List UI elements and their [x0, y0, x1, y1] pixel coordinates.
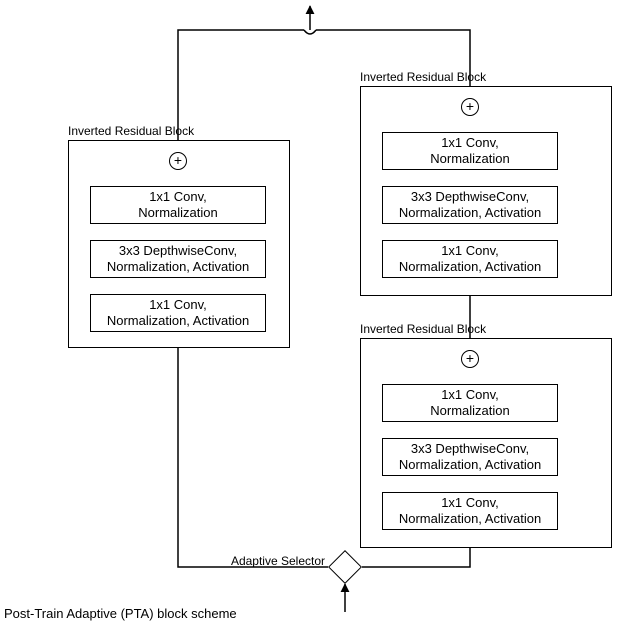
left-dwconv: 3x3 DepthwiseConv, Normalization, Activa…	[90, 240, 266, 278]
rb-conv1: 1x1 Conv, Normalization, Activation	[382, 492, 558, 530]
rt-add-icon: +	[461, 98, 479, 116]
left-add-icon: +	[169, 152, 187, 170]
left-conv1: 1x1 Conv, Normalization, Activation	[90, 294, 266, 332]
rb-dwconv: 3x3 DepthwiseConv, Normalization, Activa…	[382, 438, 558, 476]
rt-conv1: 1x1 Conv, Normalization, Activation	[382, 240, 558, 278]
irb-left-label: Inverted Residual Block	[68, 124, 194, 138]
rb-conv2: 1x1 Conv, Normalization	[382, 384, 558, 422]
adaptive-selector-label: Adaptive Selector	[210, 554, 325, 568]
rt-conv2: 1x1 Conv, Normalization	[382, 132, 558, 170]
diagram-caption: Post-Train Adaptive (PTA) block scheme	[4, 606, 237, 621]
left-conv2: 1x1 Conv, Normalization	[90, 186, 266, 224]
adaptive-selector-diamond	[328, 550, 362, 584]
rb-add-icon: +	[461, 350, 479, 368]
diagram-canvas: Inverted Residual Block 1x1 Conv, Normal…	[0, 0, 640, 624]
rt-dwconv: 3x3 DepthwiseConv, Normalization, Activa…	[382, 186, 558, 224]
irb-right-top-label: Inverted Residual Block	[360, 70, 486, 84]
irb-right-bottom-label: Inverted Residual Block	[360, 322, 486, 336]
